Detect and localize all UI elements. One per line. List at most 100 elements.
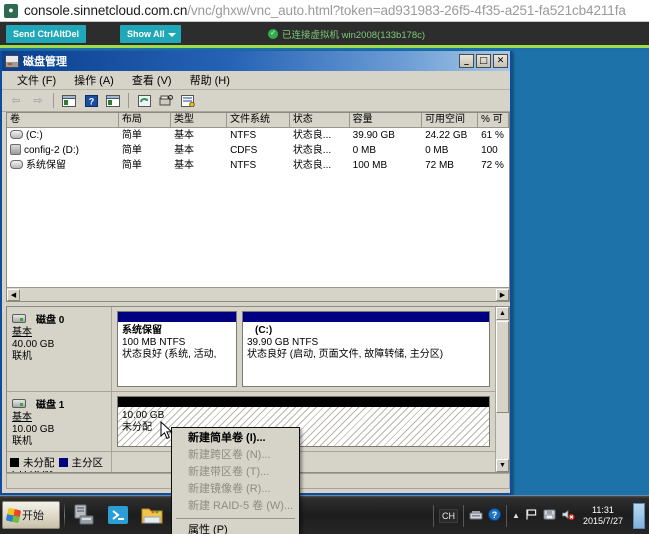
show-desktop-button[interactable] bbox=[633, 502, 645, 529]
taskbar-item-powershell[interactable] bbox=[103, 500, 133, 530]
refresh-icon[interactable] bbox=[134, 92, 154, 110]
column-header-free-space[interactable]: 可用空间 bbox=[422, 113, 479, 127]
table-row[interactable]: (C:) 简单 基本 NTFS 状态良... 39.90 GB 24.22 GB… bbox=[7, 128, 509, 143]
scroll-down-icon[interactable]: ▼ bbox=[496, 459, 509, 472]
url-text[interactable]: console.sinnetcloud.com.cn/vnc/ghxw/vnc_… bbox=[24, 3, 626, 18]
column-header-volume[interactable]: 卷 bbox=[7, 113, 119, 127]
show-tree-icon[interactable] bbox=[59, 92, 79, 110]
start-button[interactable]: 开始 bbox=[2, 501, 60, 529]
taskbar-item-server-manager[interactable] bbox=[69, 500, 99, 530]
partition-c-drive[interactable]: (C:) 39.90 GB NTFS 状态良好 (启动, 页面文件, 故障转储,… bbox=[242, 311, 490, 387]
legend-label-unallocated: 未分配 bbox=[23, 457, 55, 469]
volume-list-header: 卷 布局 类型 文件系统 状态 容量 可用空间 % 可 bbox=[7, 113, 510, 128]
forward-arrow-icon[interactable]: ⇨ bbox=[28, 92, 48, 110]
column-header-capacity[interactable]: 容量 bbox=[350, 113, 423, 127]
partition-size-fs: 39.90 GB NTFS bbox=[247, 337, 319, 348]
disk-info-0[interactable]: 磁盘 0 基本 40.00 GB 联机 bbox=[7, 307, 112, 391]
help-icon[interactable]: ? bbox=[488, 508, 502, 523]
column-header-percent-free[interactable]: % 可 bbox=[478, 113, 510, 127]
taskbar-item-explorer[interactable] bbox=[137, 500, 167, 530]
volume-name-text: (C:) bbox=[26, 130, 43, 141]
browser-url-bar[interactable]: ● console.sinnetcloud.com.cn/vnc/ghxw/vn… bbox=[0, 0, 649, 22]
volume-type-cell: 基本 bbox=[174, 160, 195, 171]
properties-icon[interactable] bbox=[156, 92, 176, 110]
windows-orb-icon bbox=[5, 507, 22, 523]
context-menu-item-new-spanned-volume: 新建跨区卷 (N)... bbox=[188, 449, 271, 461]
volume-name-text: config-2 (D:) bbox=[24, 145, 80, 156]
tray-clock[interactable]: 11:31 2015/7/27 bbox=[580, 505, 626, 527]
window-title-bar[interactable]: 磁盘管理 _ □ ✕ bbox=[2, 51, 510, 71]
context-menu-item-new-simple-volume[interactable]: 新建简单卷 (I)... bbox=[172, 430, 299, 447]
context-menu-item-new-raid5-volume: 新建 RAID-5 卷 (W)... bbox=[188, 500, 294, 512]
disk-row-0[interactable]: 磁盘 0 基本 40.00 GB 联机 系统保留 100 MB NTFS 状态良… bbox=[7, 307, 509, 392]
windows-taskbar[interactable]: 开始 CH ? ▲ 11:31 2015/7/27 bbox=[0, 495, 649, 534]
disk-legend: 未分配 主分区 bbox=[8, 454, 105, 471]
update-icon[interactable] bbox=[543, 508, 556, 523]
window-title: 磁盘管理 bbox=[23, 56, 67, 68]
back-arrow-icon[interactable]: ⇦ bbox=[6, 92, 26, 110]
help-icon[interactable]: ? bbox=[81, 92, 101, 110]
partition-system-reserved[interactable]: 系统保留 100 MB NTFS 状态良好 (系统, 活动, bbox=[117, 311, 237, 387]
context-menu-item-properties[interactable]: 属性 (P) bbox=[172, 522, 299, 534]
volume-layout-cell: 简单 bbox=[121, 130, 142, 141]
vnc-status-text: 已连接虚拟机 win2008(133b178c) bbox=[282, 30, 426, 41]
scroll-right-icon[interactable]: ▶ bbox=[496, 288, 509, 301]
flag-icon[interactable] bbox=[525, 508, 538, 523]
disk-info-1[interactable]: 磁盘 1 基本 10.00 GB 联机 bbox=[7, 392, 112, 451]
volume-filesystem-cell: NTFS bbox=[230, 130, 257, 141]
volume-status-cell: 状态良... bbox=[292, 160, 332, 171]
close-button[interactable]: ✕ bbox=[493, 54, 508, 68]
minimize-button[interactable]: _ bbox=[459, 54, 474, 68]
partition-cap-bar bbox=[243, 312, 489, 322]
context-menu[interactable]: 新建简单卷 (I)... 新建跨区卷 (N)... 新建带区卷 (T)... 新… bbox=[171, 427, 300, 534]
disk-size: 10.00 GB bbox=[12, 424, 55, 435]
tray-language-indicator[interactable]: CH bbox=[439, 508, 459, 523]
screen-root: ● console.sinnetcloud.com.cn/vnc/ghxw/vn… bbox=[0, 0, 649, 534]
partition-cap-bar bbox=[118, 312, 236, 322]
vm-desktop[interactable]: 磁盘管理 _ □ ✕ 文件 (F) 操作 (A) 查看 (V) 帮助 (H) ⇦… bbox=[0, 51, 649, 534]
menu-file[interactable]: 文件 (F) bbox=[8, 71, 65, 89]
disk-state: 联机 bbox=[12, 351, 32, 362]
send-ctrl-alt-del-button[interactable]: Send CtrlAltDel bbox=[6, 25, 87, 43]
volume-percent-cell: 100 bbox=[481, 145, 498, 156]
volume-icon bbox=[10, 129, 23, 139]
volume-list-horizontal-scrollbar[interactable]: ◀ ▶ bbox=[7, 287, 509, 301]
column-header-type[interactable]: 类型 bbox=[171, 113, 228, 127]
volume-free-cell: 72 MB bbox=[425, 160, 454, 171]
column-header-filesystem[interactable]: 文件系统 bbox=[227, 113, 290, 127]
table-row[interactable]: 系统保留 简单 基本 NTFS 状态良... 100 MB 72 MB 72 % bbox=[7, 158, 509, 173]
menu-action[interactable]: 操作 (A) bbox=[65, 71, 123, 89]
system-tray[interactable]: CH ? ▲ 11:31 2015/7/27 bbox=[433, 496, 649, 534]
volume-muted-icon[interactable] bbox=[561, 508, 575, 523]
menu-view[interactable]: 查看 (V) bbox=[123, 71, 181, 89]
check-circle-icon: ✓ bbox=[268, 29, 278, 39]
table-row[interactable]: config-2 (D:) 简单 基本 CDFS 状态良... 0 MB 0 M… bbox=[7, 143, 509, 158]
disk-label: 磁盘 0 bbox=[36, 315, 65, 326]
disk-icon bbox=[12, 314, 26, 323]
vnc-connection-status: ✓ 已连接虚拟机 win2008(133b178c) bbox=[268, 27, 425, 41]
volume-type-cell: 基本 bbox=[174, 145, 195, 156]
scrollbar-thumb[interactable] bbox=[496, 321, 509, 413]
tray-date: 2015/7/27 bbox=[582, 515, 623, 526]
show-all-label: Show All bbox=[127, 29, 165, 39]
graphical-pane-vertical-scrollbar[interactable]: ▲ ▼ bbox=[495, 307, 509, 472]
show-console-icon[interactable] bbox=[103, 92, 123, 110]
maximize-button[interactable]: □ bbox=[476, 54, 491, 68]
context-menu-item-new-striped-volume: 新建带区卷 (T)... bbox=[188, 466, 270, 478]
expand-icon[interactable]: ▲ bbox=[512, 511, 520, 520]
partition-body: 系统保留 100 MB NTFS 状态良好 (系统, 活动, bbox=[118, 322, 236, 364]
scroll-up-icon[interactable]: ▲ bbox=[496, 307, 509, 320]
volume-layout-cell: 简单 bbox=[121, 145, 142, 156]
column-header-layout[interactable]: 布局 bbox=[119, 113, 172, 127]
volume-capacity-cell: 39.90 GB bbox=[352, 130, 395, 141]
toolbar-divider-2 bbox=[128, 93, 129, 108]
column-header-status[interactable]: 状态 bbox=[290, 113, 350, 127]
show-all-button[interactable]: Show All bbox=[120, 25, 181, 43]
network-icon[interactable] bbox=[469, 509, 483, 523]
volume-icon bbox=[10, 159, 23, 169]
menu-help[interactable]: 帮助 (H) bbox=[181, 71, 239, 89]
volume-list-pane[interactable]: 卷 布局 类型 文件系统 状态 容量 可用空间 % 可 (C:) 简单 基本 N… bbox=[6, 112, 510, 302]
partition-name: 系统保留 bbox=[122, 325, 162, 336]
rescan-disks-icon[interactable] bbox=[178, 92, 198, 110]
scroll-left-icon[interactable]: ◀ bbox=[7, 288, 20, 301]
